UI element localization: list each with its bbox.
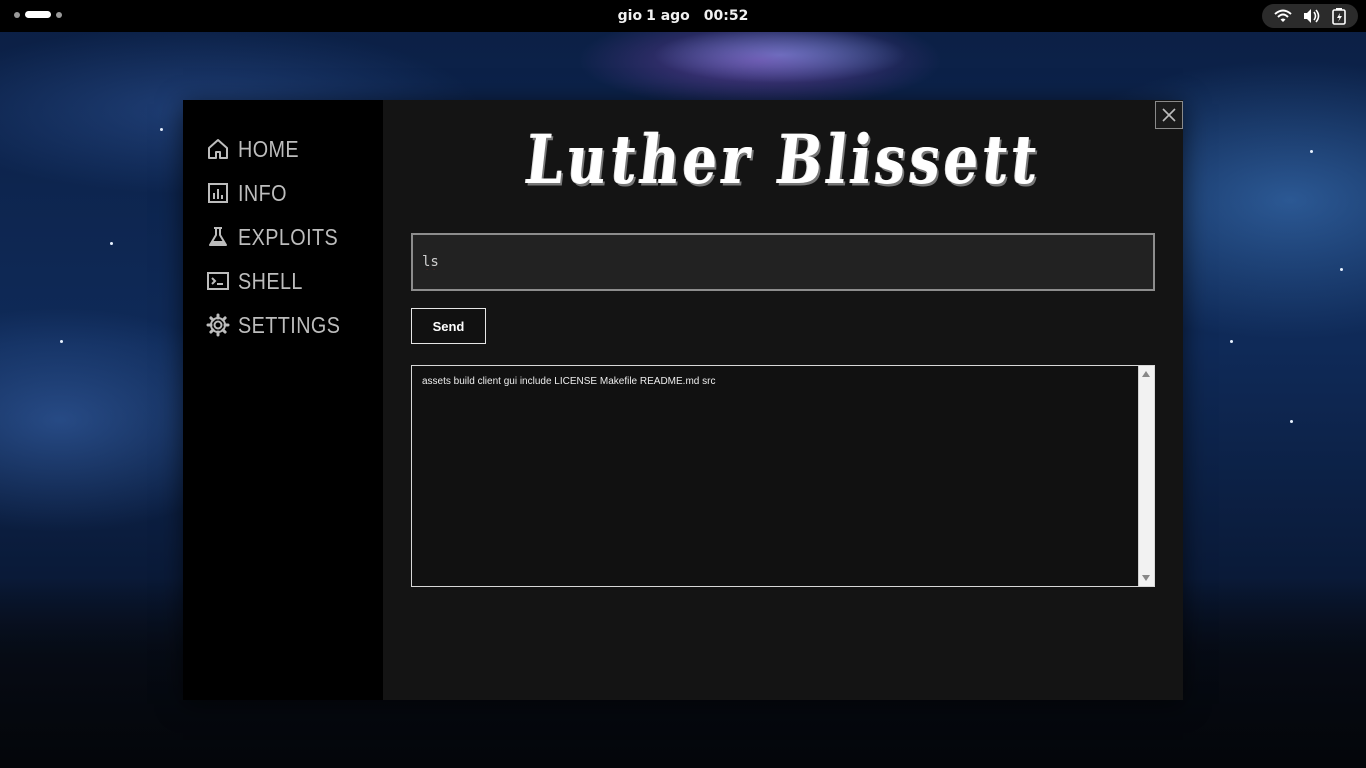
clock-time: 00:52 [703, 8, 749, 24]
system-tray[interactable] [1262, 4, 1358, 28]
system-top-bar: gio 1 ago 00:52 [0, 0, 1366, 32]
star [60, 340, 63, 343]
chart-icon [208, 183, 228, 203]
star [160, 128, 163, 131]
nav-item-home[interactable]: HOME [183, 127, 383, 171]
star [1230, 340, 1233, 343]
nav-label-shell: SHELL [238, 267, 303, 294]
nav-label-info: INFO [238, 179, 287, 206]
close-button[interactable] [1155, 101, 1183, 129]
app-window: HOME INFO EXPLOITS SHELL SETTINGS Luther… [183, 100, 1183, 700]
logo-text: Luther Blissett [521, 119, 1045, 199]
close-icon [1162, 108, 1176, 122]
clock-day: gio [617, 8, 643, 24]
nav-label-exploits: EXPLOITS [238, 223, 339, 250]
scroll-up-arrow-icon[interactable] [1142, 371, 1150, 377]
nav-item-exploits[interactable]: EXPLOITS [183, 215, 383, 259]
sidebar: HOME INFO EXPLOITS SHELL SETTINGS [183, 100, 383, 700]
app-logo: Luther Blissett [521, 118, 1045, 200]
command-input[interactable] [411, 233, 1155, 291]
output-text: assets build client gui include LICENSE … [422, 376, 716, 387]
nav-item-shell[interactable]: SHELL [183, 259, 383, 303]
battery-icon [1332, 7, 1347, 25]
star [1310, 150, 1313, 153]
star [1340, 268, 1343, 271]
scroll-down-arrow-icon[interactable] [1142, 575, 1150, 581]
nav-label-home: HOME [238, 135, 300, 162]
wifi-icon [1273, 9, 1292, 22]
nav-item-settings[interactable]: SETTINGS [183, 303, 383, 347]
clock-date: 1 ago [646, 8, 690, 24]
command-output[interactable]: assets build client gui include LICENSE … [411, 365, 1155, 587]
terminal-icon [207, 272, 229, 290]
home-icon [208, 139, 228, 159]
send-button[interactable]: Send [411, 308, 486, 344]
volume-icon [1303, 9, 1320, 23]
star [110, 242, 113, 245]
star [1290, 420, 1293, 423]
nav-label-settings: SETTINGS [238, 311, 341, 338]
output-scrollbar[interactable] [1138, 366, 1154, 586]
nav-item-info[interactable]: INFO [183, 171, 383, 215]
gear-icon [206, 313, 230, 337]
flask-icon [209, 227, 227, 246]
clock[interactable]: gio 1 ago 00:52 [0, 0, 1366, 32]
